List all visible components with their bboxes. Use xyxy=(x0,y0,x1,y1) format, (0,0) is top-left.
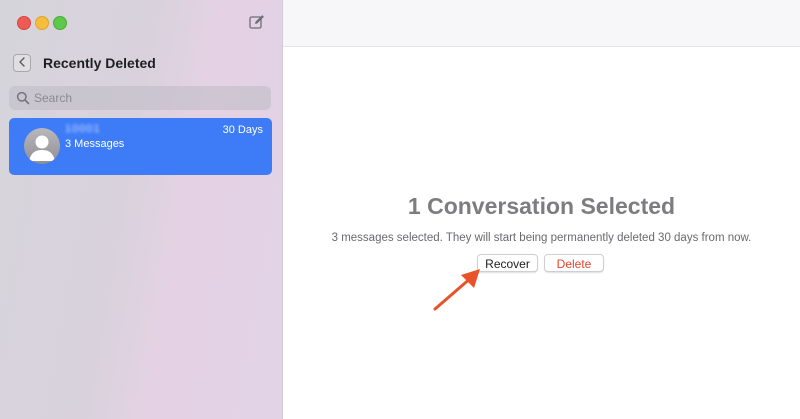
compose-icon[interactable] xyxy=(248,13,266,31)
search-placeholder: Search xyxy=(34,91,73,105)
sidebar-title: Recently Deleted xyxy=(43,55,156,71)
delete-button[interactable]: Delete xyxy=(544,254,604,272)
back-chevron-icon xyxy=(18,54,26,72)
conversation-list-item[interactable]: 10001 30 Days 3 Messages xyxy=(9,118,272,175)
conversation-message-count: 3 Messages xyxy=(65,138,125,150)
main-pane: 1 Conversation Selected 3 messages selec… xyxy=(283,47,800,419)
person-icon xyxy=(24,135,60,164)
conversation-name: 10001 xyxy=(65,123,101,135)
close-window-button[interactable] xyxy=(17,16,31,30)
zoom-window-button[interactable] xyxy=(53,16,67,30)
conversation-days-remaining: 30 Days xyxy=(222,124,263,136)
selection-title: 1 Conversation Selected xyxy=(407,193,676,219)
search-icon xyxy=(16,91,30,105)
messages-window: Recently Deleted Search 10001 30 Days 3 … xyxy=(0,0,800,419)
selection-description: 3 messages selected. They will start bei… xyxy=(331,232,752,244)
minimize-window-button[interactable] xyxy=(35,16,49,30)
back-button[interactable] xyxy=(13,54,31,72)
search-field[interactable]: Search xyxy=(9,86,271,110)
main-toolbar xyxy=(283,0,800,47)
avatar xyxy=(24,128,60,164)
sidebar: Recently Deleted Search 10001 30 Days 3 … xyxy=(0,0,283,419)
annotation-arrow-icon xyxy=(430,265,490,315)
